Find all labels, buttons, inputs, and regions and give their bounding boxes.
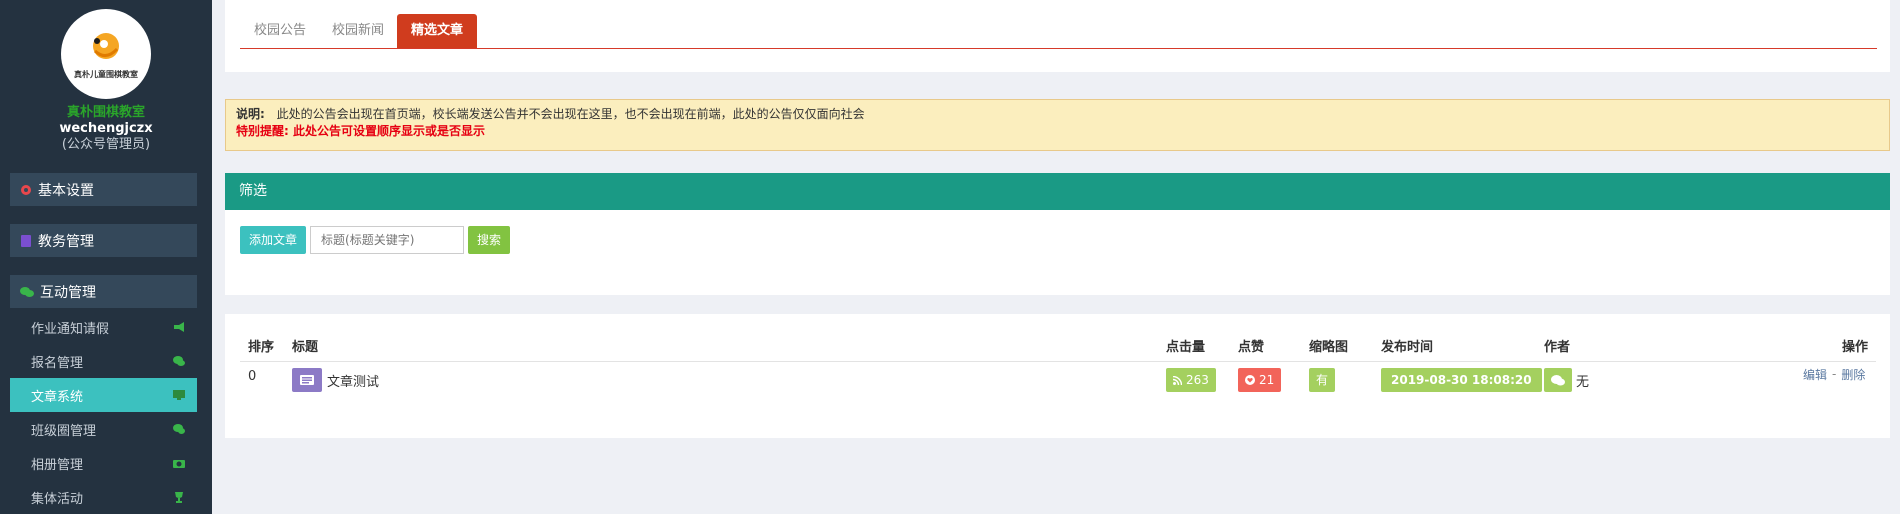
tab-featured-articles[interactable]: 精选文章 [397, 14, 478, 48]
chat-icon [173, 356, 185, 366]
account-role: (公众号管理员) [61, 137, 151, 152]
sidebar-item-class-circle[interactable]: 班级圈管理 [10, 412, 197, 446]
row-likes-cell: 21 [1238, 368, 1282, 392]
logo-icon [93, 33, 119, 59]
menu-group-label: 教务管理 [38, 233, 94, 250]
account-name: wechengjczx [59, 121, 153, 136]
menu-group-label: 基本设置 [38, 182, 94, 199]
sidebar-item-homework[interactable]: 作业通知请假 [10, 310, 197, 344]
rss-icon [1173, 375, 1182, 385]
sidebar-item-label: 文章系统 [31, 389, 84, 405]
author-name: 无 [1576, 374, 1590, 390]
row-clicks-cell: 263 [1166, 368, 1216, 392]
published-badge: 2019-08-30 18:08:20 [1381, 368, 1542, 392]
book-icon [21, 234, 31, 247]
wechat-icon [173, 424, 185, 434]
notice-box: 说明: 此处的公告会出现在首页端，校长端发送公告并不会出现在这里，也不会出现在前… [225, 99, 1890, 151]
row-order: 0 [248, 368, 257, 384]
monitor-icon [173, 390, 185, 400]
article-icon [292, 368, 322, 392]
author-avatar-badge [1544, 368, 1572, 392]
sidebar-item-label: 集体活动 [31, 491, 84, 507]
heart-circle-icon [1245, 375, 1255, 385]
trophy-icon [175, 492, 183, 503]
sidebar-item-album[interactable]: 相册管理 [10, 446, 197, 480]
sidebar-item-group-activity[interactable]: 集体活动 [10, 480, 197, 514]
bullhorn-icon [174, 322, 184, 332]
thumbnail-badge: 有 [1309, 368, 1336, 392]
likes-value: 21 [1259, 373, 1275, 387]
row-title-cell: 文章测试 [292, 368, 379, 392]
column-header-title: 标题 [292, 340, 319, 355]
sidebar-item-enrollment[interactable]: 报名管理 [10, 344, 197, 378]
header-divider [240, 361, 1876, 362]
profile: 真朴儿童围棋教室 真朴围棋教室 wechengjczx (公众号管理员) [0, 0, 212, 153]
column-header-thumbnail: 缩略图 [1309, 340, 1349, 355]
column-header-author: 作者 [1544, 340, 1571, 355]
sidebar-item-label: 报名管理 [31, 355, 84, 371]
tab-campus-notice[interactable]: 校园公告 [240, 14, 320, 48]
row-actions-cell: 编辑 - 删除 [1803, 362, 1865, 386]
menu-group-academic[interactable]: 教务管理 [10, 224, 197, 257]
notice-text: 此处的公告会出现在首页端，校长端发送公告并不会出现在这里，也不会出现在前端，此处… [276, 107, 865, 121]
school-name: 真朴围棋教室 [66, 105, 145, 120]
column-header-actions: 操作 [1842, 340, 1869, 355]
article-title-link[interactable]: 文章测试 [327, 371, 379, 390]
wechat-icon [20, 286, 34, 297]
column-header-likes: 点赞 [1238, 340, 1265, 355]
delete-link[interactable]: 删除 [1841, 366, 1865, 383]
sidebar-item-label: 相册管理 [31, 457, 84, 473]
row-thumbnail-cell: 有 [1309, 368, 1336, 392]
search-button[interactable]: 搜索 [468, 226, 511, 254]
clicks-value: 263 [1186, 373, 1209, 387]
sidebar-item-label: 作业通知请假 [31, 321, 110, 337]
likes-badge: 21 [1238, 368, 1282, 392]
column-header-clicks: 点击量 [1166, 340, 1206, 355]
article-table: 排序 标题 点击量 点赞 缩略图 发布时间 作者 操作 0 文章测试 263 2… [225, 314, 1890, 438]
gear-icon [21, 184, 31, 195]
column-header-published: 发布时间 [1381, 340, 1434, 355]
tabs-panel: 校园公告 校园新闻 精选文章 [225, 0, 1890, 72]
add-article-button[interactable]: 添加文章 [240, 226, 307, 254]
interaction-submenu: 作业通知请假 报名管理 文章系统 班级圈管理 相册管理 集体活动 [10, 310, 197, 514]
avatar: 真朴儿童围棋教室 [61, 9, 151, 99]
list-icon [300, 375, 314, 385]
search-input[interactable] [310, 226, 465, 254]
filter-title: 筛选 [225, 173, 1890, 210]
row-author-cell: 无 [1544, 368, 1589, 392]
notice-label: 说明: [236, 107, 265, 121]
sidebar-item-label: 班级圈管理 [31, 423, 97, 439]
action-separator: - [1832, 367, 1837, 381]
camera-icon [173, 460, 185, 468]
menu-group-basic-settings[interactable]: 基本设置 [10, 173, 197, 206]
logo-text: 真朴儿童围棋教室 [74, 70, 138, 79]
sidebar-item-articles[interactable]: 文章系统 [10, 378, 197, 412]
column-header-order: 排序 [248, 340, 275, 355]
tab-bar: 校园公告 校园新闻 精选文章 [240, 14, 1877, 49]
filter-panel: 筛选 添加文章 搜索 [225, 173, 1890, 295]
tab-campus-news[interactable]: 校园新闻 [318, 14, 398, 48]
filter-row: 添加文章 搜索 [240, 226, 511, 254]
sidebar: 真朴儿童围棋教室 真朴围棋教室 wechengjczx (公众号管理员) 基本设… [0, 0, 212, 514]
chat-icon [1551, 374, 1565, 385]
notice-line: 说明: 此处的公告会出现在首页端，校长端发送公告并不会出现在这里，也不会出现在前… [236, 106, 1879, 123]
row-published-cell: 2019-08-30 18:08:20 [1381, 368, 1542, 392]
menu-group-interaction[interactable]: 互动管理 [10, 275, 197, 308]
notice-warning: 特别提醒: 此处公告可设置顺序显示或是否显示 [236, 124, 485, 138]
edit-link[interactable]: 编辑 [1803, 366, 1827, 383]
clicks-badge: 263 [1166, 368, 1216, 392]
menu-group-label: 互动管理 [40, 284, 96, 301]
